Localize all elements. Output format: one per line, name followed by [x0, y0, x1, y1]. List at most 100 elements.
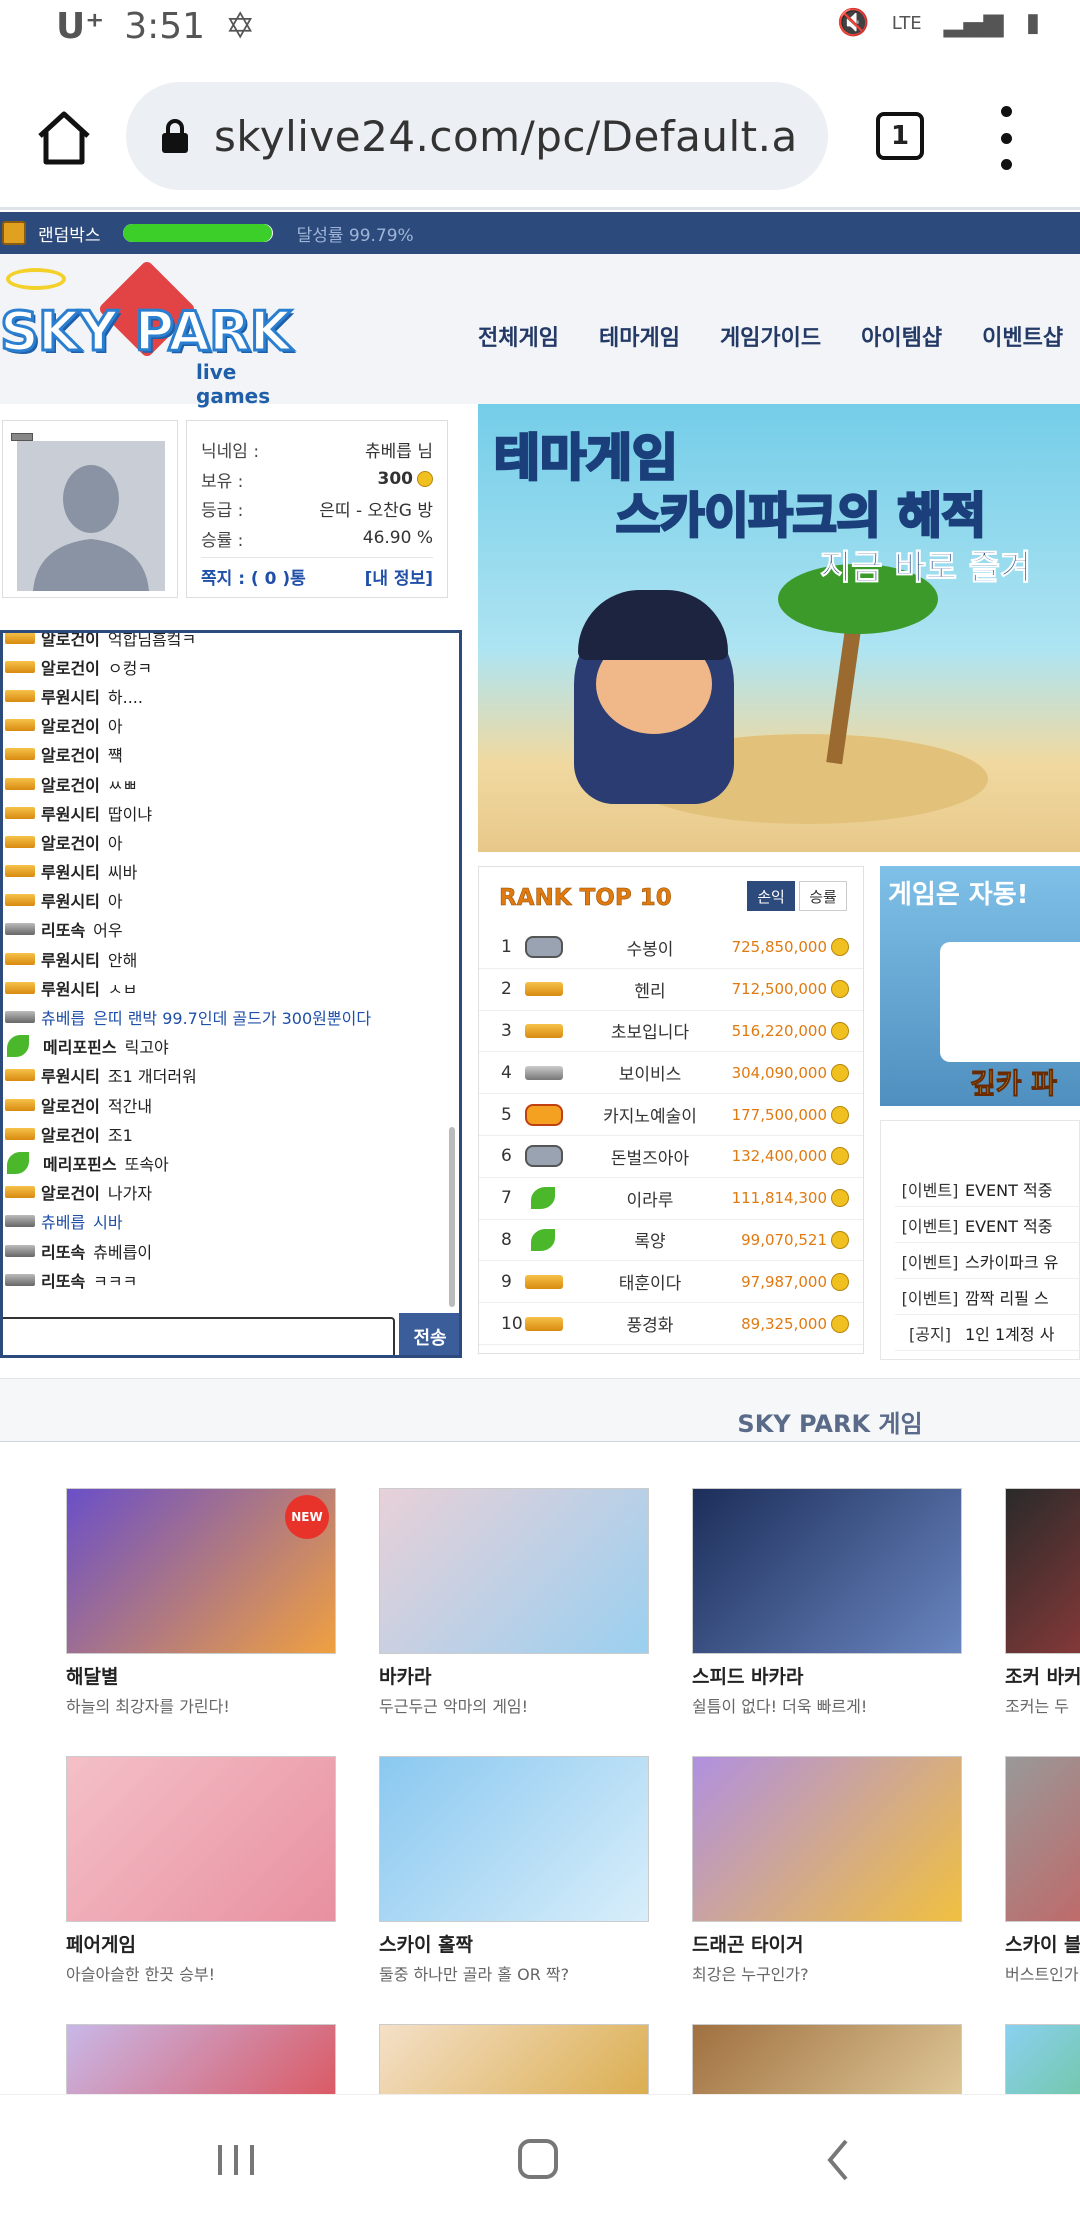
chat-nickname[interactable]: 루원시티	[41, 1063, 100, 1087]
notice-row[interactable]: [이벤트] 깜짝 리필 스	[895, 1279, 1080, 1315]
game-card[interactable]: NEW 해달별 하늘의 최강자를 가린다!	[66, 1488, 336, 1717]
chat-nickname[interactable]: 츄베릅	[41, 1209, 85, 1233]
rank-row[interactable]: 6 돈벌즈아아 132,400,000	[479, 1136, 863, 1178]
auto-game-promo[interactable]: 게임은 자동! 깊카 파밍	[880, 866, 1080, 1106]
game-thumbnail[interactable]	[692, 1756, 962, 1922]
chat-nickname[interactable]: 루원시티	[41, 859, 100, 883]
chat-nickname[interactable]: 알로건이	[41, 772, 100, 796]
game-card[interactable]: 바카라두근두근 악마의 게임!	[379, 1488, 649, 1717]
nav-game-guide[interactable]: 게임가이드	[720, 320, 821, 352]
silver-level-icon	[525, 1065, 563, 1080]
tab-winrate[interactable]: 승률	[799, 881, 847, 911]
game-card[interactable]: 조커 바커 조커는 두	[1005, 1488, 1080, 1717]
my-info-link[interactable]: [내 정보]	[365, 564, 433, 589]
game-thumbnail[interactable]	[1005, 2024, 1080, 2094]
chat-nickname[interactable]: 메리포핀스	[43, 1151, 117, 1175]
notice-row[interactable]: [이벤트] 스카이파크 유	[895, 1243, 1080, 1279]
game-thumbnail[interactable]	[692, 1488, 962, 1654]
rank-row[interactable]: 2 헨리 712,500,000	[479, 969, 863, 1011]
chat-input[interactable]	[3, 1317, 395, 1355]
chat-nickname[interactable]: 알로건이	[41, 713, 100, 737]
game-thumbnail[interactable]	[379, 1488, 649, 1654]
chat-nickname[interactable]: 루원시티	[41, 888, 100, 912]
home-icon[interactable]	[32, 106, 96, 170]
chat-nickname[interactable]: 알로건이	[41, 655, 100, 679]
chat-nickname[interactable]: 메리포핀스	[43, 1034, 117, 1058]
notice-row[interactable]: [공지] 1인 1계정 사	[895, 1315, 1080, 1351]
chat-nickname[interactable]: 리또속	[41, 1239, 85, 1263]
randombox-progress	[122, 224, 273, 242]
game-thumbnail[interactable]: NEW	[66, 1488, 336, 1654]
chat-nickname[interactable]: 루원시티	[41, 801, 100, 825]
rank-row[interactable]: 8 록양 99,070,521	[479, 1220, 863, 1262]
game-name[interactable]: 스카이 블	[1005, 1930, 1080, 1957]
rank-row[interactable]: 9 태훈이다 97,987,000	[479, 1261, 863, 1304]
rank-row[interactable]: 5 카지노예술이 177,500,000	[479, 1094, 863, 1136]
game-thumbnail[interactable]	[692, 2024, 962, 2094]
game-name[interactable]: 페어게임	[66, 1930, 336, 1957]
chat-nickname[interactable]: 알로건이	[41, 742, 100, 766]
chat-nickname[interactable]: 루원시티	[41, 947, 100, 971]
chat-nickname[interactable]: 알로건이	[41, 1093, 100, 1117]
game-thumbnail[interactable]	[1005, 1488, 1080, 1654]
tab-profit[interactable]: 손익	[747, 881, 795, 911]
game-card[interactable]: 스피드 바카라 쉴틈이 없다! 더욱 빠르게!	[692, 1488, 962, 1717]
rank-row[interactable]: 4 보이비스 304,090,000	[479, 1052, 863, 1095]
recent-apps-icon[interactable]	[206, 2135, 266, 2185]
rank-number: 6	[501, 1146, 512, 1167]
game-name[interactable]: 스피드 바카라	[692, 1662, 962, 1689]
chat-nickname[interactable]: 리또속	[41, 1268, 85, 1292]
notice-row[interactable]: [이벤트] EVENT 적중	[895, 1171, 1080, 1207]
game-description: 두근두근 악마의 게임!	[379, 1697, 529, 1716]
chat-nickname[interactable]: 알로건이	[41, 830, 100, 854]
chat-nickname[interactable]: 알로건이	[41, 1122, 100, 1146]
home-nav-icon[interactable]	[508, 2135, 568, 2185]
game-card[interactable]: 페어게임 아슬아슬한 한끗 승부!	[66, 1756, 336, 1985]
game-thumbnail[interactable]	[379, 2024, 649, 2094]
chat-nickname[interactable]: 리또속	[41, 917, 85, 941]
chat-nickname[interactable]: 알로건이	[41, 633, 100, 650]
game-card[interactable]: 스카이 블 버스트인가	[1005, 1756, 1080, 1985]
back-icon[interactable]	[810, 2135, 870, 2185]
rank-row[interactable]: 10 풍경화 89,325,000	[479, 1303, 863, 1345]
chat-nickname[interactable]: 루원시티	[41, 976, 100, 1000]
game-thumbnail[interactable]	[1005, 1756, 1080, 1922]
chat-nickname[interactable]: 츄베릅	[41, 1005, 85, 1029]
mail-link[interactable]: 쪽지 : ( 0 )통	[201, 564, 306, 589]
rank-row[interactable]: 3 초보입니다 516,220,000	[479, 1011, 863, 1053]
rank-row[interactable]: 1 수봉이 725,850,000	[479, 927, 863, 969]
randombox-icon[interactable]	[2, 221, 26, 245]
chat-nickname[interactable]: 루원시티	[41, 684, 100, 708]
game-card[interactable]: 스카이 홀짝 둘중 하나만 골라 홀 OR 짝?	[379, 1756, 649, 1985]
gold-level-icon	[5, 835, 35, 848]
game-name[interactable]: 조커 바커	[1005, 1662, 1080, 1689]
chat-nickname[interactable]: 알로건이	[41, 1180, 100, 1204]
nav-theme-games[interactable]: 테마게임	[599, 320, 680, 352]
game-thumbnail[interactable]	[379, 1756, 649, 1922]
address-bar[interactable]: skylive24.com/pc/Default.a	[126, 82, 828, 190]
nav-event-shop[interactable]: 이벤트샵	[982, 320, 1063, 352]
game-thumbnail[interactable]	[66, 1756, 336, 1922]
chat-scrollbar[interactable]	[449, 1127, 455, 1307]
game-thumbnail[interactable]	[66, 2024, 336, 2094]
rank-number: 3	[501, 1020, 512, 1041]
game-card[interactable]: 드래곤 타이거 최강은 누구인가?	[692, 1756, 962, 1985]
randombox-label[interactable]: 랜덤박스	[38, 221, 101, 246]
notice-text: 1인 1계정 사	[965, 1324, 1055, 1344]
tab-switcher-button[interactable]: 1	[876, 112, 924, 160]
notice-row[interactable]: [이벤트] EVENT 적중	[895, 1207, 1080, 1243]
game-name[interactable]: 해달별	[66, 1662, 336, 1689]
game-name[interactable]: 바카라	[379, 1662, 649, 1689]
gold-level-icon	[525, 1023, 563, 1038]
banner-subtitle: 스카이파크의 해적	[615, 487, 988, 546]
game-name[interactable]: 드래곤 타이거	[692, 1930, 962, 1957]
chat-send-button[interactable]: 전송	[399, 1313, 459, 1355]
rank-row[interactable]: 7 이라루 111,814,300	[479, 1178, 863, 1220]
more-options-icon[interactable]	[994, 106, 1018, 170]
skypark-logo[interactable]: SKY PARK live games	[0, 259, 300, 408]
rank-top10-panel: RANK TOP 10 손익 승률 1 수봉이 725,850,000 2 헨리 712,…	[478, 866, 864, 1354]
theme-game-banner[interactable]: 테마게임 스카이파크의 해적 지금 바로 즐겨	[478, 404, 1080, 852]
nav-all-games[interactable]: 전체게임	[478, 320, 559, 352]
nav-item-shop[interactable]: 아이템샵	[861, 320, 942, 352]
game-name[interactable]: 스카이 홀짝	[379, 1930, 649, 1957]
